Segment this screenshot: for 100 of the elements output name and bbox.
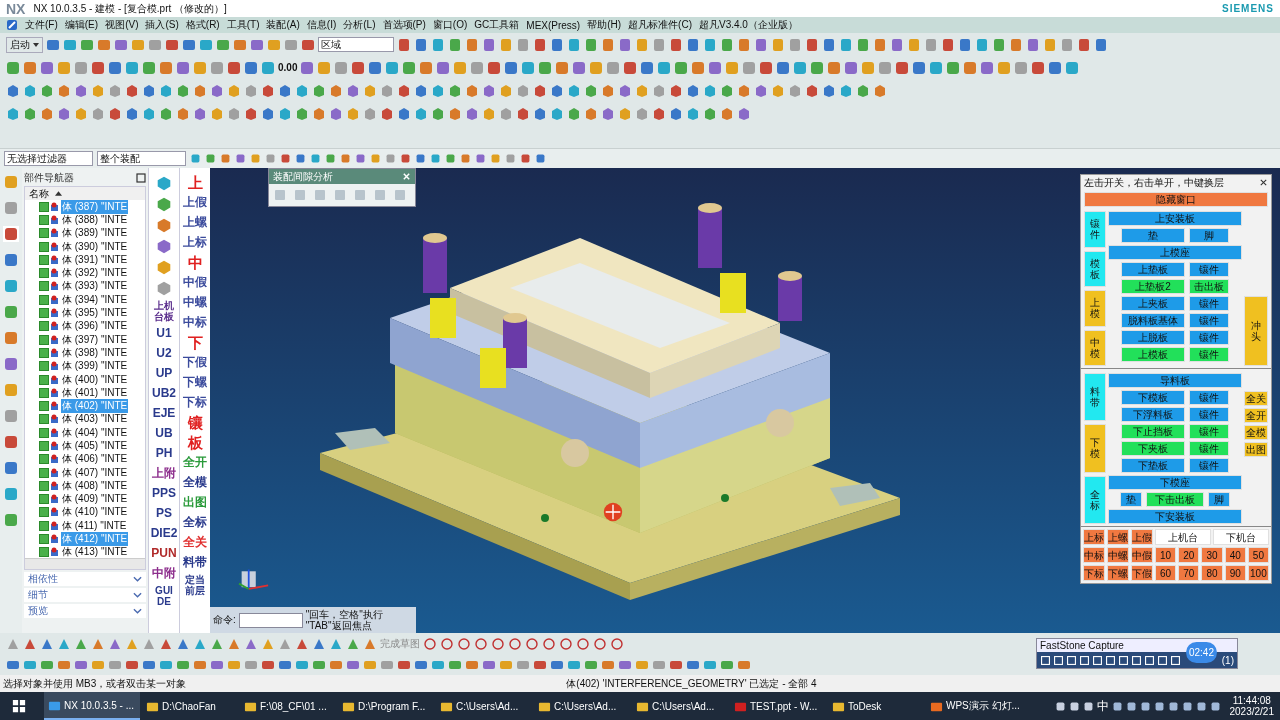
toolbar-button[interactable]: 上机台板 [154,300,174,322]
tool-icon[interactable] [1043,37,1057,52]
tool-icon[interactable] [355,153,366,164]
layer-button[interactable]: 70 [1178,565,1200,581]
tool-icon[interactable] [176,60,190,75]
toolbar-button[interactable]: U2 [156,345,172,362]
tray-icon[interactable] [1153,700,1165,712]
taskbar-item[interactable]: NX 10.0.3.5 - ... [44,692,140,720]
tool-icon[interactable] [397,83,411,98]
tool-icon[interactable] [74,60,88,75]
tool-icon[interactable] [941,37,955,52]
layer-button[interactable]: 镶件 [1189,441,1229,456]
tool-icon[interactable] [300,60,315,75]
layer-button[interactable]: 下模 [1084,424,1106,473]
taskbar-item[interactable]: C:\Users\Ad... [534,693,630,719]
tool-icon[interactable] [669,83,683,98]
tool-icon[interactable] [431,106,445,121]
capture-tool-icon[interactable] [1079,654,1090,666]
tool-icon[interactable] [346,106,360,121]
visibility-checkbox[interactable] [39,254,49,265]
layer-button[interactable]: 上垫板2 [1121,279,1185,294]
sketch-tool-icon[interactable] [576,636,590,651]
sketch-tool-icon[interactable] [559,636,573,651]
menu-item[interactable]: 分析(L) [343,18,376,32]
toolbar-button[interactable]: 镶 [187,414,203,431]
visibility-checkbox[interactable] [39,387,49,398]
visibility-checkbox[interactable] [39,228,49,239]
tool-icon[interactable] [460,153,471,164]
sketch-tool-icon[interactable] [610,636,624,651]
visibility-checkbox[interactable] [39,520,49,531]
toolbar-button[interactable]: EJE [152,405,176,422]
visibility-checkbox[interactable] [39,494,49,505]
tool-icon[interactable] [40,106,54,121]
tool-icon[interactable] [567,106,581,121]
tool-icon[interactable] [589,60,604,75]
toolbar-button[interactable]: 料带 [183,554,207,571]
toolbar-button[interactable]: PH [155,445,173,462]
tool-icon[interactable] [640,60,655,75]
tool-icon[interactable] [415,153,426,164]
tool-icon[interactable] [114,37,128,52]
tool-icon[interactable] [720,83,734,98]
tool-icon[interactable] [861,60,876,75]
layer-button[interactable]: 下螺 [1107,565,1129,581]
tool-icon[interactable] [80,37,94,52]
tool-icon[interactable] [980,60,995,75]
tool-icon[interactable] [827,60,842,75]
tool-icon[interactable] [370,153,381,164]
tool-icon[interactable] [448,83,462,98]
sort-icon[interactable] [55,191,62,196]
layer-button[interactable]: 下机台 [1213,529,1269,545]
toolbar-button[interactable]: 中附 [152,565,176,582]
toolbar-button[interactable]: 中 [187,254,203,271]
tool-icon[interactable] [725,60,740,75]
tool-icon[interactable] [346,83,360,98]
tool-icon[interactable] [155,174,173,192]
tool-icon[interactable] [193,60,207,75]
resource-tab-icon[interactable] [3,330,19,346]
tool-icon[interactable] [584,37,598,52]
tool-icon[interactable] [190,153,201,164]
tool-icon[interactable] [533,106,547,121]
tool-icon[interactable] [997,60,1012,75]
tool-icon[interactable] [618,83,632,98]
tool-icon[interactable] [261,83,275,98]
tool-icon[interactable] [601,106,615,121]
tool-icon[interactable] [445,153,456,164]
tool-icon[interactable] [822,83,836,98]
tool-icon[interactable] [155,237,173,255]
tool-icon[interactable] [363,106,377,121]
layer-button[interactable]: 模板 [1084,250,1106,287]
tool-icon[interactable] [771,83,785,98]
layer-button[interactable]: 中模 [1084,329,1106,366]
tool-icon[interactable] [261,106,275,121]
region-field[interactable]: 区域 [318,37,394,52]
tool-icon[interactable] [125,83,139,98]
layer-button[interactable]: 脚 [1208,492,1230,507]
layer-button[interactable]: 下安装板 [1108,509,1242,524]
tree-item[interactable]: 体 (410) "INTE [61,505,129,520]
layer-button[interactable]: 100 [1247,565,1269,581]
tool-icon[interactable] [250,37,264,52]
tool-icon[interactable] [142,83,156,98]
tool-icon[interactable] [776,60,791,75]
layer-button[interactable]: 20 [1178,547,1200,563]
app-icon[interactable] [6,19,18,31]
layer-button[interactable]: 冲头 [1244,296,1268,366]
toolbar-button[interactable]: UB2 [152,385,176,402]
tool-icon[interactable] [265,153,276,164]
tool-icon[interactable] [754,37,768,52]
toolbar-button[interactable]: DIE2 [150,525,178,542]
tool-icon[interactable] [720,106,734,121]
resource-tab-icon[interactable] [3,304,19,320]
tool-icon[interactable] [108,83,122,98]
tool-icon[interactable] [635,37,649,52]
layer-button[interactable]: 镶件 [1189,347,1229,362]
tool-icon[interactable] [176,83,190,98]
tree-item[interactable]: 体 (392) "INTE [61,266,129,281]
tool-icon[interactable] [482,37,496,52]
tool-icon[interactable] [1014,60,1029,75]
layer-button[interactable]: 全关 [1244,391,1268,406]
menu-item[interactable]: 文件(F) [25,18,58,32]
visibility-checkbox[interactable] [39,214,49,225]
